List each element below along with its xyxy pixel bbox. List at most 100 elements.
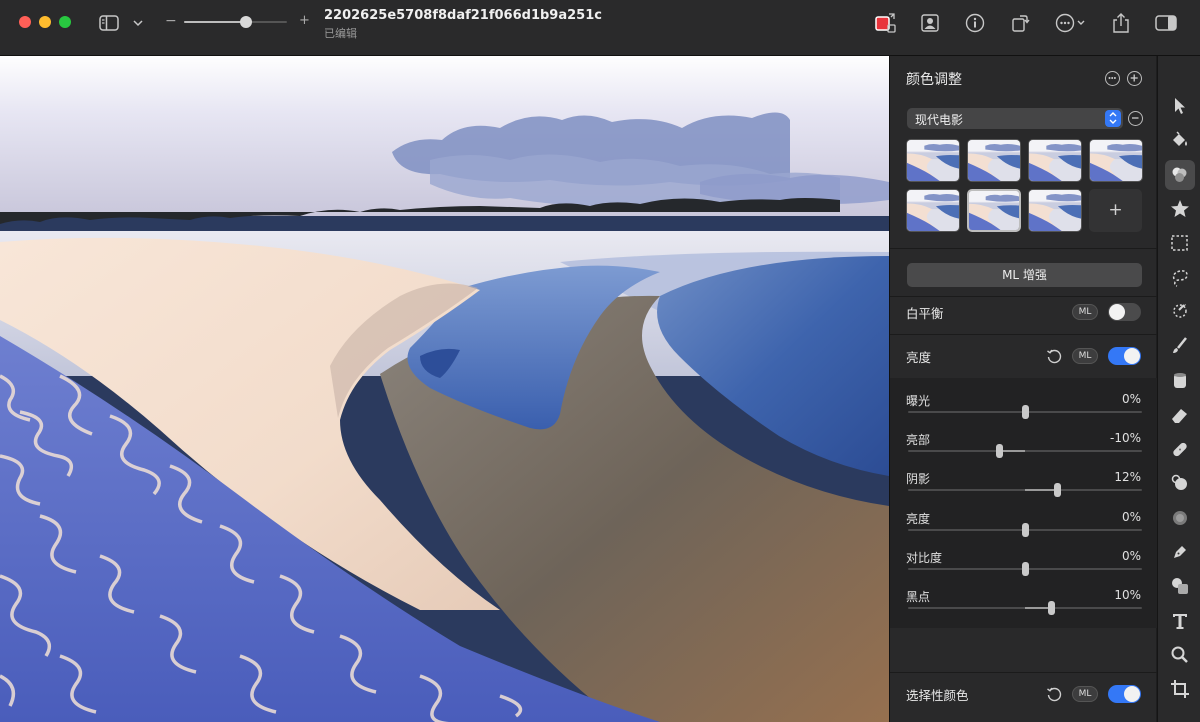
window-close-button[interactable] (19, 16, 31, 28)
rotate-icon[interactable] (1009, 10, 1031, 36)
slider-knob[interactable] (1022, 561, 1029, 576)
slider-track[interactable] (908, 444, 1142, 459)
preset-thumbnail[interactable] (906, 139, 960, 182)
brush-tool-icon[interactable] (1165, 331, 1195, 361)
sidebar-toggle-icon[interactable] (97, 10, 121, 36)
slider-value: 0% (1121, 509, 1141, 524)
slider-track[interactable] (908, 561, 1142, 576)
zoom-slider[interactable] (184, 16, 287, 28)
panel-add-icon[interactable] (1127, 71, 1142, 86)
divider (890, 248, 1157, 249)
white-balance-ml-button[interactable]: ML (1072, 304, 1098, 320)
slider-label: 亮部 (906, 433, 931, 448)
preset-thumbnail[interactable] (1028, 189, 1082, 232)
crop-tool-icon[interactable] (1165, 674, 1195, 704)
slider-track[interactable] (908, 483, 1142, 498)
white-balance-row: 白平衡 ML (890, 290, 1157, 334)
slider-knob[interactable] (1022, 405, 1029, 419)
adjustment-slider-row: 亮度 0% (890, 510, 1157, 549)
eraser-tool-icon[interactable] (1165, 400, 1195, 430)
color-adjust-panel: 颜色调整 现代电影 + ML 增强 白平衡 ML 亮度 ML 曝光 0% 亮部 -10… (889, 56, 1157, 722)
arrow-tool-icon[interactable] (1165, 91, 1195, 121)
rect-select-tool-icon[interactable] (1165, 228, 1195, 258)
updown-chevron-icon (1105, 110, 1121, 127)
brightness-label: 亮度 (906, 350, 932, 365)
slider-label: 亮度 (906, 511, 931, 526)
blur-tool-icon[interactable] (1165, 503, 1195, 533)
window-zoom-button[interactable] (59, 16, 71, 28)
document-title: 2202625e5708f8daf21f066d1b9a251c (324, 8, 602, 23)
clone-tool-icon[interactable] (1165, 468, 1195, 498)
info-icon[interactable] (964, 10, 986, 36)
add-preset-button[interactable]: + (1089, 189, 1142, 232)
star-tool-icon[interactable] (1165, 194, 1195, 224)
portrait-icon[interactable] (919, 10, 941, 36)
chevron-down-icon[interactable] (131, 10, 145, 36)
selective-color-reset-icon[interactable] (1046, 686, 1062, 702)
brightness-ml-button[interactable]: ML (1072, 348, 1098, 364)
paint-bucket-tool-icon[interactable] (1165, 125, 1195, 155)
brightness-reset-icon[interactable] (1046, 348, 1062, 364)
slider-knob[interactable] (995, 444, 1003, 459)
selective-color-row: 选择性颜色 ML (890, 672, 1157, 716)
adjustment-slider-row: 对比度 0% (890, 549, 1157, 588)
ml-enhance-button[interactable]: ML 增强 (907, 263, 1142, 287)
adjustment-slider-row: 亮部 -10% (890, 431, 1157, 470)
zoom-out-button[interactable]: − (165, 13, 177, 29)
slider-value: 10% (1114, 588, 1141, 602)
more-icon[interactable] (1054, 10, 1088, 36)
lasso-tool-icon[interactable] (1165, 263, 1195, 293)
selective-color-ml-button[interactable]: ML (1072, 686, 1098, 702)
preset-thumbnail[interactable] (1089, 139, 1143, 182)
white-balance-label: 白平衡 (906, 306, 944, 321)
slider-value: 0% (1121, 392, 1141, 406)
brightness-toggle[interactable] (1108, 347, 1141, 365)
tool-strip (1157, 56, 1200, 722)
zoom-tool-icon[interactable] (1165, 640, 1195, 670)
landscape-photo (0, 56, 889, 722)
slider-label: 曝光 (906, 394, 931, 408)
adjustment-slider-row: 曝光 0% (890, 392, 1157, 431)
pen-tool-icon[interactable] (1165, 537, 1195, 567)
selective-color-toggle[interactable] (1108, 685, 1141, 703)
window-minimize-button[interactable] (39, 16, 51, 28)
preset-select-value: 现代电影 (915, 113, 964, 127)
slider-knob[interactable] (1053, 483, 1061, 498)
white-balance-toggle[interactable] (1108, 303, 1141, 321)
preset-thumbnail[interactable] (967, 189, 1021, 232)
slider-knob[interactable] (1048, 601, 1056, 615)
panel-title: 颜色调整 (906, 72, 962, 88)
share-icon[interactable] (1110, 10, 1132, 36)
toggle-knob (1109, 304, 1125, 320)
color-swap-icon[interactable] (873, 10, 899, 36)
zoom-slider-knob[interactable] (239, 16, 252, 28)
slider-track[interactable] (908, 522, 1142, 537)
zoom-slider-fill (184, 21, 246, 23)
slider-value: 0% (1121, 548, 1141, 563)
panel-more-icon[interactable] (1105, 71, 1120, 86)
preset-thumbnail[interactable] (906, 189, 960, 232)
inspector-toggle-icon[interactable] (1154, 10, 1178, 36)
preset-remove-icon[interactable] (1128, 111, 1143, 126)
brightness-sliders: 曝光 0% 亮部 -10% 阴影 12% 亮度 0% 对比度 0% 黑点 10% (890, 378, 1157, 628)
fill-tool-icon[interactable] (1165, 365, 1195, 395)
shapes-tool-icon[interactable] (1165, 571, 1195, 601)
bandage-tool-icon[interactable] (1165, 434, 1195, 464)
zoom-in-button[interactable]: + (299, 13, 310, 28)
brightness-row: 亮度 ML (890, 334, 1157, 378)
color-adjust-tool-icon[interactable] (1165, 159, 1195, 190)
slider-value: -10% (1109, 431, 1141, 446)
text-tool-icon[interactable] (1165, 606, 1195, 636)
magic-wand-tool-icon[interactable] (1165, 297, 1195, 327)
document-status: 已编辑 (324, 27, 357, 40)
preset-select[interactable]: 现代电影 (907, 108, 1123, 129)
slider-track[interactable] (908, 601, 1142, 615)
preset-thumbnail[interactable] (967, 139, 1021, 182)
selective-color-label: 选择性颜色 (906, 688, 969, 703)
photo-canvas[interactable] (0, 56, 889, 722)
toggle-knob (1124, 348, 1140, 364)
slider-track[interactable] (908, 405, 1142, 419)
slider-fill (1025, 489, 1057, 492)
preset-thumbnail[interactable] (1028, 139, 1082, 182)
slider-knob[interactable] (1022, 522, 1029, 537)
